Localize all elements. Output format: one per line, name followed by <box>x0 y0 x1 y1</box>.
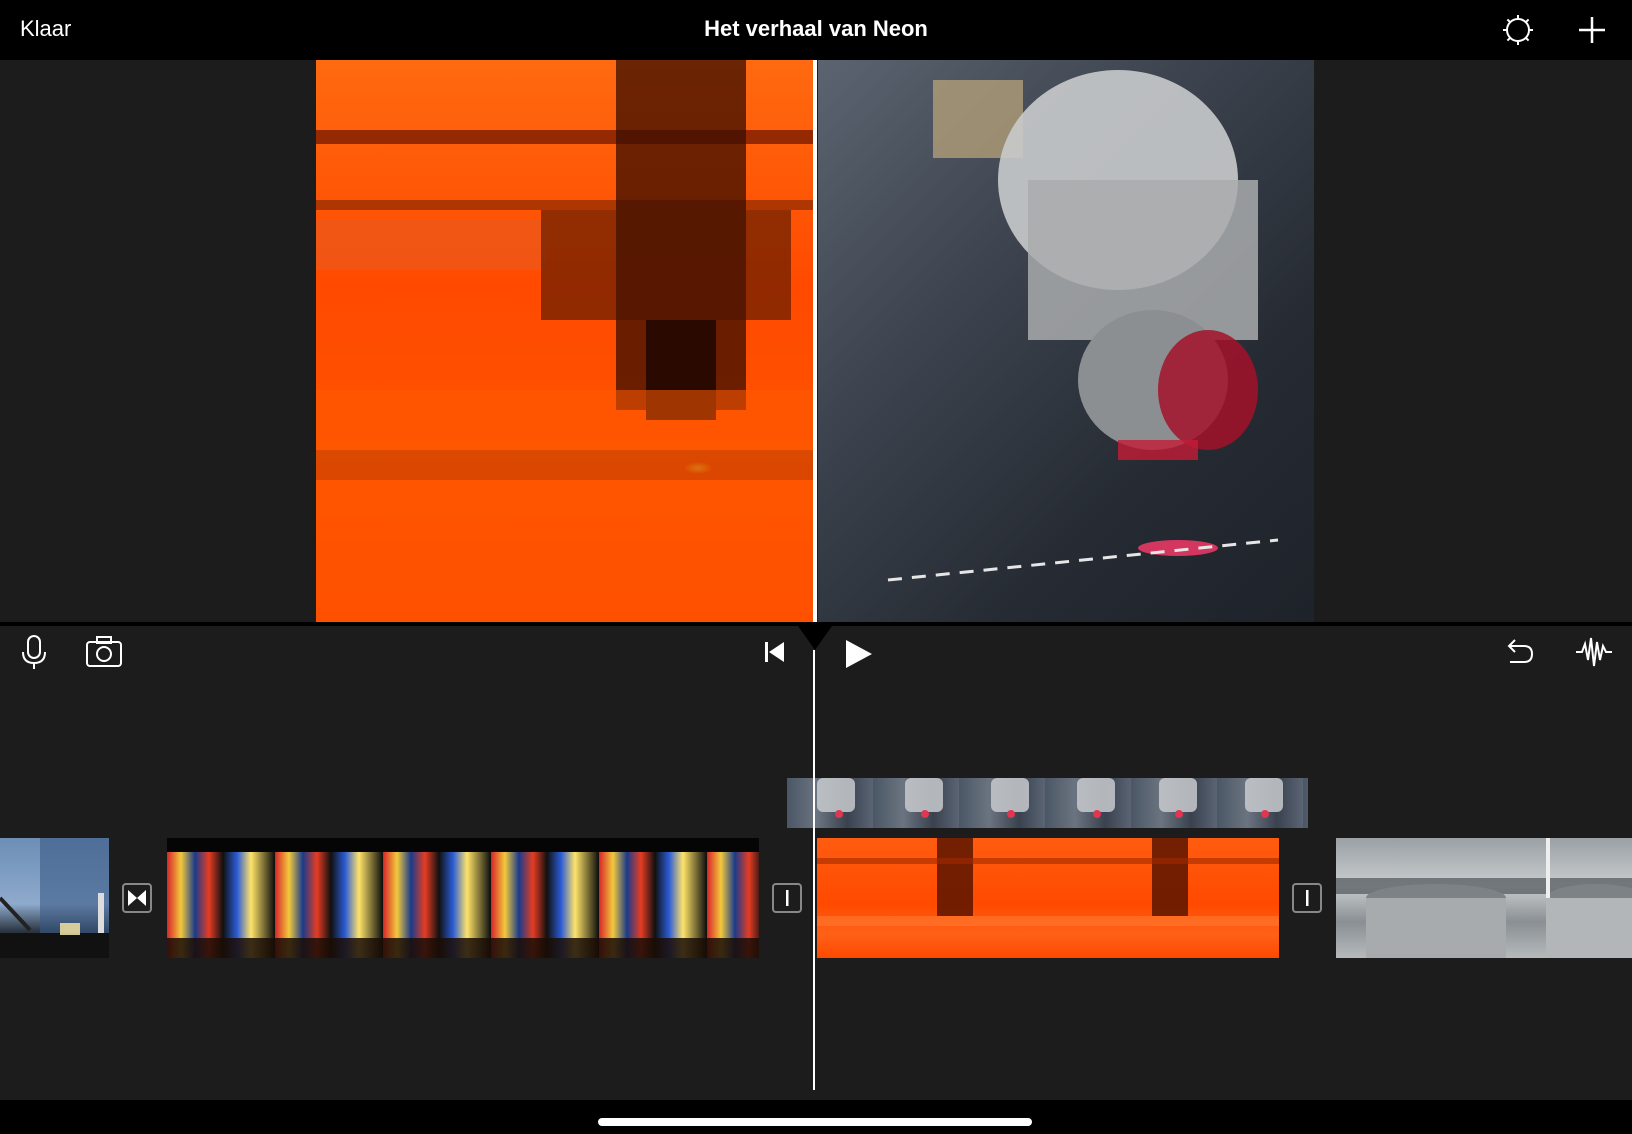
transition-button[interactable] <box>772 883 802 913</box>
playhead-marker <box>798 626 832 650</box>
skip-to-start-icon[interactable] <box>754 632 794 672</box>
microphone-icon[interactable] <box>14 632 54 672</box>
undo-icon[interactable] <box>1498 632 1538 672</box>
home-bar <box>0 1100 1632 1134</box>
audio-waveform-icon[interactable] <box>1574 632 1614 672</box>
overlay-clip[interactable] <box>787 778 1308 828</box>
camera-icon[interactable] <box>84 632 124 672</box>
video-clip[interactable] <box>167 838 759 958</box>
transition-button[interactable] <box>1292 883 1322 913</box>
preview-frame-right <box>818 60 1314 622</box>
video-clip[interactable] <box>0 838 109 958</box>
project-title: Het verhaal van Neon <box>704 16 928 41</box>
transition-button[interactable] <box>122 883 152 913</box>
play-icon[interactable] <box>838 634 878 674</box>
playhead-line[interactable] <box>813 650 815 1090</box>
home-indicator[interactable] <box>598 1118 1032 1126</box>
split-divider[interactable] <box>813 60 817 622</box>
plus-icon[interactable] <box>1574 12 1610 48</box>
video-clip[interactable] <box>817 838 1279 958</box>
preview-frame-left <box>316 60 813 622</box>
video-clip[interactable] <box>1336 838 1632 958</box>
gear-icon[interactable] <box>1500 12 1536 48</box>
